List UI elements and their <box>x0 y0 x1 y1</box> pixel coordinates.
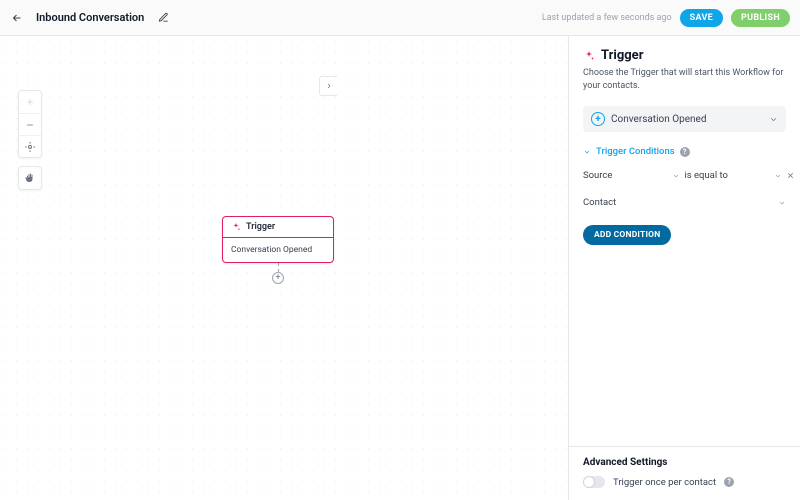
trigger-config-panel: Trigger Choose the Trigger that will sta… <box>568 36 800 500</box>
chevron-down-icon <box>778 199 786 207</box>
chevron-down-icon <box>583 148 591 156</box>
condition-operator-select[interactable]: is equal to <box>684 167 781 184</box>
once-per-contact-row: Trigger once per contact ? <box>583 476 786 488</box>
zoom-in-button[interactable] <box>19 91 41 113</box>
condition-field-select[interactable]: Source <box>583 167 680 184</box>
conditions-label: Trigger Conditions <box>596 146 675 157</box>
advanced-settings-section: Advanced Settings Trigger once per conta… <box>569 446 800 500</box>
once-per-contact-label: Trigger once per contact <box>613 477 716 488</box>
node-connector: + <box>272 263 284 284</box>
condition-field-select[interactable]: Contact <box>583 194 786 211</box>
remove-condition-button[interactable] <box>786 170 795 182</box>
app-header: Inbound Conversation Last updated a few … <box>0 0 800 36</box>
workflow-title: Inbound Conversation <box>36 11 144 24</box>
chevron-down-icon <box>769 115 778 124</box>
panel-scroll: Trigger Choose the Trigger that will sta… <box>569 36 800 446</box>
help-icon[interactable]: ? <box>724 477 734 487</box>
trigger-node-body: Conversation Opened <box>222 237 334 263</box>
add-condition-button[interactable]: ADD CONDITION <box>583 225 671 245</box>
condition-row-contact: Contact <box>583 194 786 211</box>
pan-toolbar <box>18 166 42 190</box>
sparkle-icon <box>231 222 241 232</box>
recenter-button[interactable] <box>19 135 41 157</box>
chevron-down-icon <box>672 172 680 180</box>
collapse-panel-button[interactable] <box>319 76 337 96</box>
trigger-type-select[interactable]: + Conversation Opened <box>583 106 786 132</box>
condition-field-label: Contact <box>583 197 616 208</box>
advanced-heading: Advanced Settings <box>583 457 786 468</box>
publish-button[interactable]: PUBLISH <box>731 9 790 27</box>
header-right: Last updated a few seconds ago SAVE PUBL… <box>542 9 790 27</box>
chevron-down-icon <box>774 172 782 180</box>
connector-line <box>278 263 279 272</box>
zoom-toolbar <box>18 90 42 158</box>
sparkle-icon <box>583 50 595 62</box>
condition-field-label: Source <box>583 170 612 181</box>
last-updated-text: Last updated a few seconds ago <box>542 13 672 23</box>
trigger-node-header: Trigger <box>222 216 334 237</box>
save-button[interactable]: SAVE <box>680 9 723 27</box>
panel-title: Trigger <box>601 48 643 63</box>
panel-title-row: Trigger <box>583 48 786 63</box>
main-area: Trigger Conversation Opened + Trigger Ch… <box>0 36 800 500</box>
condition-operator-label: is equal to <box>684 170 728 181</box>
conditions-toggle[interactable]: Trigger Conditions ? <box>583 146 786 157</box>
trigger-node-title: Trigger <box>246 222 275 232</box>
zoom-out-button[interactable] <box>19 113 41 135</box>
trigger-node[interactable]: Trigger Conversation Opened + <box>222 216 334 263</box>
panel-description: Choose the Trigger that will start this … <box>583 67 786 92</box>
plus-circle-icon: + <box>591 112 605 126</box>
help-icon[interactable]: ? <box>680 147 690 157</box>
back-icon[interactable] <box>10 11 24 25</box>
condition-row-source: Source is equal to <box>583 167 786 184</box>
header-left: Inbound Conversation <box>10 11 170 25</box>
workflow-canvas[interactable]: Trigger Conversation Opened + <box>0 36 568 500</box>
add-step-button[interactable]: + <box>272 272 284 284</box>
trigger-type-label: Conversation Opened <box>611 114 706 125</box>
hand-tool-button[interactable] <box>19 167 41 189</box>
once-per-contact-toggle[interactable] <box>583 476 605 488</box>
edit-icon[interactable] <box>156 11 170 25</box>
